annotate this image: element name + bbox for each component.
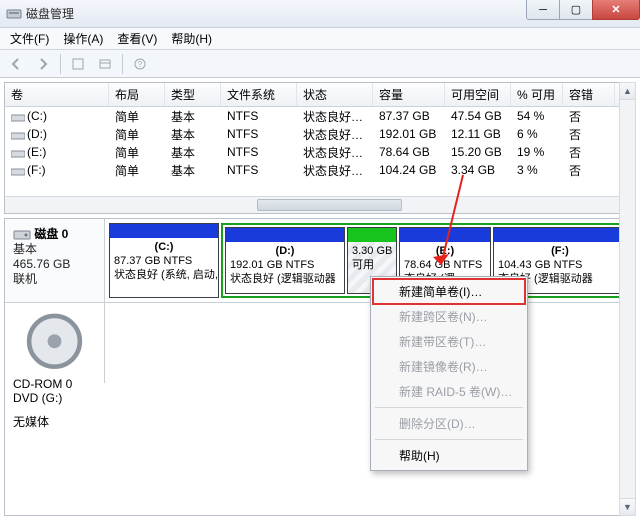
ctx-separator — [375, 439, 523, 440]
partition-c-label: (C:) — [114, 240, 214, 254]
toolbar-sep — [122, 54, 123, 74]
partition-c-size: 87.37 GB NTFS — [114, 255, 192, 267]
volume-free: 3.34 GB — [445, 160, 511, 180]
disk-management-icon — [6, 6, 22, 22]
col-free[interactable]: 可用空间 — [445, 83, 511, 106]
ctx-delete-partition: 删除分区(D)… — [373, 411, 525, 436]
ctx-new-raid5-volume: 新建 RAID-5 卷(W)… — [373, 379, 525, 404]
cdrom-0: CD-ROM 0 DVD (G:) 无媒体 — [5, 303, 635, 383]
volume-name: (C:) — [27, 109, 47, 123]
close-button[interactable]: ✕ — [592, 0, 640, 20]
volume-list: 卷 布局 类型 文件系统 状态 容量 可用空间 % 可用 容错 (C:) 简单基本… — [4, 82, 636, 214]
volume-free: 12.11 GB — [445, 124, 511, 144]
minimize-button[interactable]: ─ — [526, 0, 560, 20]
partition-d-status: 状态良好 (逻辑驱动器 — [230, 273, 336, 285]
disk-0-name: 磁盘 0 — [34, 227, 68, 241]
col-fault[interactable]: 容错 — [563, 83, 615, 106]
cdrom-0-sub: DVD (G:) — [13, 391, 96, 405]
window-title: 磁盘管理 — [26, 5, 74, 22]
cdrom-0-name: CD-ROM 0 — [13, 377, 72, 391]
toolbar-sep — [60, 54, 61, 74]
properties-icon[interactable] — [93, 53, 117, 75]
col-type[interactable]: 类型 — [165, 83, 221, 106]
partition-e-label: (E:) — [404, 244, 486, 258]
volume-list-header: 卷 布局 类型 文件系统 状态 容量 可用空间 % 可用 容错 — [5, 83, 635, 107]
menu-view[interactable]: 查看(V) — [111, 28, 163, 49]
scroll-up-icon[interactable]: ▲ — [620, 83, 635, 100]
free-space-status: 可用 — [352, 259, 374, 271]
ctx-separator — [375, 407, 523, 408]
disk-0: 磁盘 0 基本 465.76 GB 联机 (C:) 87.37 GB NTFS … — [5, 219, 635, 303]
col-volume[interactable]: 卷 — [5, 83, 109, 106]
volume-icon — [11, 148, 25, 158]
menu-bar: 文件(F) 操作(A) 查看(V) 帮助(H) — [0, 28, 640, 50]
help-icon[interactable]: ? — [128, 53, 152, 75]
ctx-new-striped-volume: 新建带区卷(T)… — [373, 329, 525, 354]
volume-fs: NTFS — [221, 124, 297, 144]
partition-d-size: 192.01 GB NTFS — [230, 259, 314, 271]
disk-0-size: 465.76 GB — [13, 257, 96, 272]
volume-layout: 简单 — [109, 159, 165, 182]
col-status[interactable]: 状态 — [297, 83, 373, 106]
volume-capacity: 104.24 GB — [373, 160, 445, 180]
volume-free: 15.20 GB — [445, 142, 511, 162]
volume-fs: NTFS — [221, 160, 297, 180]
titlebar: 磁盘管理 ─ ▢ ✕ — [0, 0, 640, 28]
back-icon[interactable] — [4, 53, 28, 75]
partition-d[interactable]: (D:) 192.01 GB NTFS 状态良好 (逻辑驱动器 — [225, 227, 345, 294]
col-fs[interactable]: 文件系统 — [221, 83, 297, 106]
disk-0-label[interactable]: 磁盘 0 基本 465.76 GB 联机 — [5, 219, 105, 302]
toolbar: ? — [0, 50, 640, 78]
col-capacity[interactable]: 容量 — [373, 83, 445, 106]
volume-pct: 6 % — [511, 124, 563, 144]
window-controls: ─ ▢ ✕ — [527, 0, 640, 22]
volume-pct: 19 % — [511, 142, 563, 162]
disk-map: 磁盘 0 基本 465.76 GB 联机 (C:) 87.37 GB NTFS … — [4, 218, 636, 516]
partition-f-label: (F:) — [498, 244, 622, 258]
refresh-icon[interactable] — [66, 53, 90, 75]
menu-file[interactable]: 文件(F) — [4, 28, 55, 49]
vertical-scrollbar[interactable]: ▲ ▼ — [619, 82, 636, 516]
volume-icon — [11, 112, 25, 122]
col-pct[interactable]: % 可用 — [511, 83, 563, 106]
ctx-help[interactable]: 帮助(H) — [373, 443, 525, 468]
partition-c-status: 状态良好 (系统, 启动, — [114, 269, 218, 281]
volume-capacity: 78.64 GB — [373, 142, 445, 162]
volume-type: 基本 — [165, 159, 221, 182]
volume-fs: NTFS — [221, 142, 297, 162]
menu-help[interactable]: 帮助(H) — [165, 28, 218, 49]
volume-capacity: 192.01 GB — [373, 124, 445, 144]
col-layout[interactable]: 布局 — [109, 83, 165, 106]
volume-name: (E:) — [27, 145, 46, 159]
disk-0-status: 联机 — [13, 272, 96, 287]
svg-text:?: ? — [138, 60, 143, 69]
volume-name: (D:) — [27, 127, 47, 141]
scroll-down-icon[interactable]: ▼ — [620, 498, 635, 515]
disk-icon — [13, 228, 31, 242]
ctx-new-mirrored-volume: 新建镜像卷(R)… — [373, 354, 525, 379]
partition-e-size: 78.64 GB NTFS — [404, 259, 482, 271]
volume-icon — [11, 130, 25, 140]
volume-fault: 否 — [563, 159, 615, 182]
partition-c[interactable]: (C:) 87.37 GB NTFS 状态良好 (系统, 启动, — [109, 223, 219, 298]
forward-icon[interactable] — [31, 53, 55, 75]
ctx-new-spanned-volume: 新建跨区卷(N)… — [373, 304, 525, 329]
volume-icon — [11, 166, 25, 176]
volume-pct: 3 % — [511, 160, 563, 180]
ctx-new-simple-volume[interactable]: 新建简单卷(I)… — [373, 279, 525, 304]
partition-f-size: 104.43 GB NTFS — [498, 259, 582, 271]
free-space-size: 3.30 GB — [352, 245, 392, 257]
volume-name: (F:) — [27, 163, 46, 177]
partition-d-label: (D:) — [230, 244, 340, 258]
maximize-button[interactable]: ▢ — [559, 0, 593, 20]
horizontal-scrollbar[interactable] — [5, 196, 635, 213]
volume-status: 状态良好 (… — [297, 159, 373, 182]
menu-action[interactable]: 操作(A) — [57, 28, 109, 49]
volume-row[interactable]: (F:) 简单基本NTFS状态良好 (…104.24 GB3.34 GB3 %否 — [5, 161, 635, 179]
context-menu: 新建简单卷(I)… 新建跨区卷(N)… 新建带区卷(T)… 新建镜像卷(R)… … — [370, 276, 528, 471]
cdrom-0-status: 无媒体 — [13, 413, 96, 430]
cdrom-icon — [13, 363, 96, 377]
disk-0-type: 基本 — [13, 242, 96, 257]
cdrom-0-label[interactable]: CD-ROM 0 DVD (G:) 无媒体 — [5, 303, 105, 383]
